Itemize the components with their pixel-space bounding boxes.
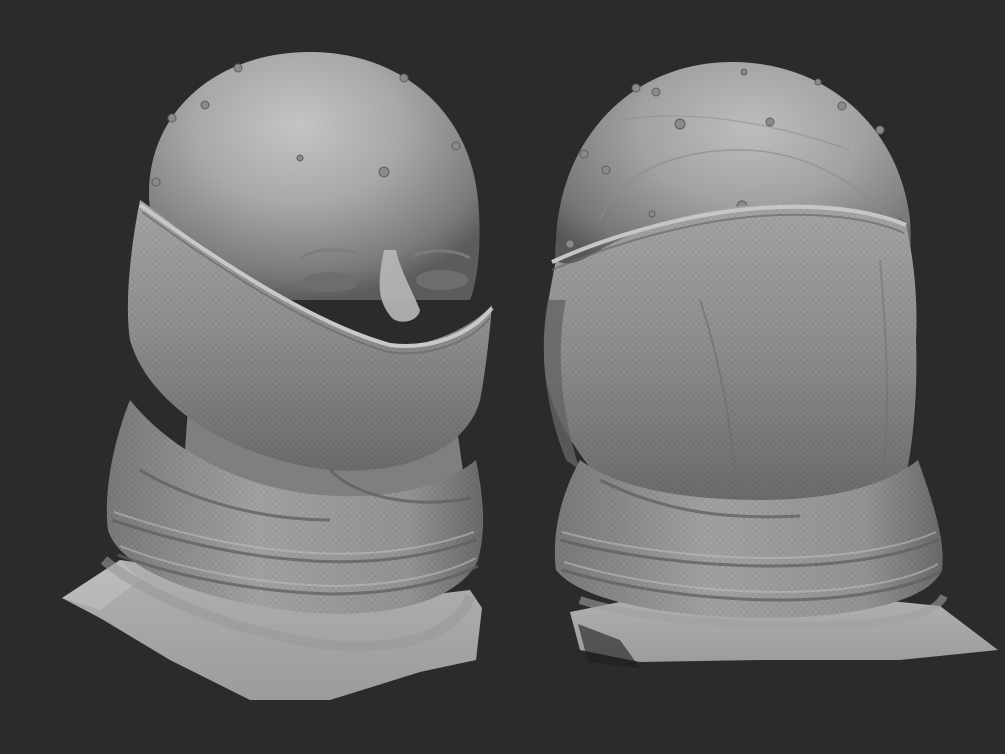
back-three-quarter-model [543, 62, 998, 668]
front-three-quarter-model [62, 52, 494, 700]
sculpt-viewport [0, 0, 1005, 754]
sculpt-render [62, 52, 998, 700]
